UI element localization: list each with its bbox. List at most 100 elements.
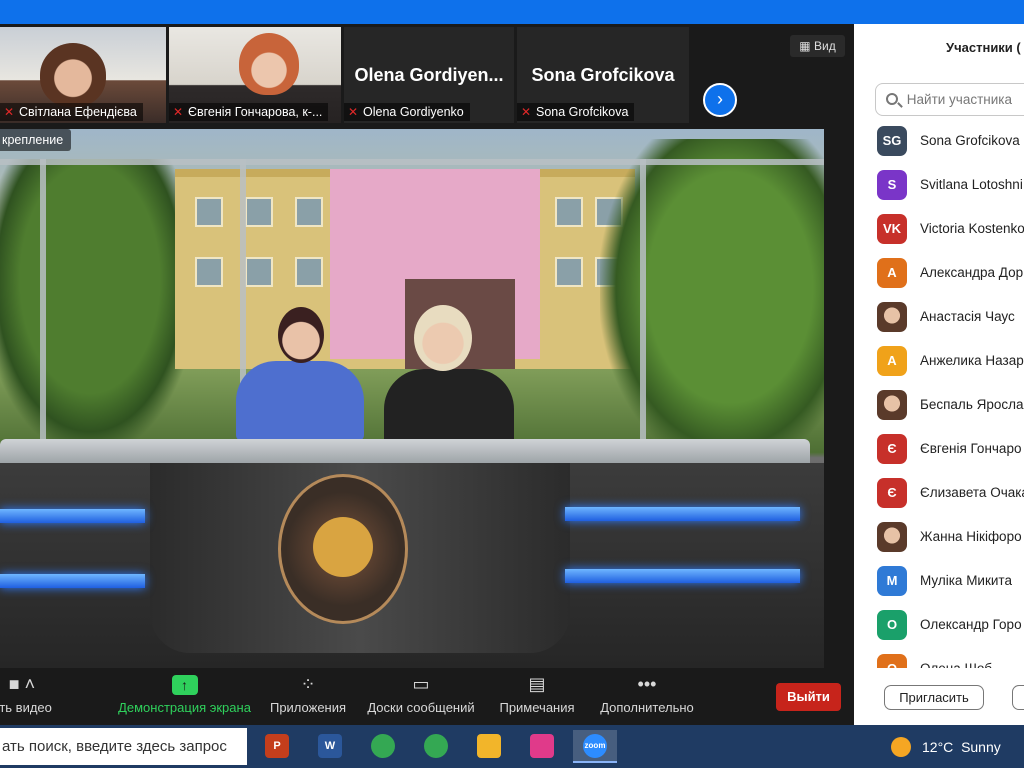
- weather-temp: 12°C: [922, 739, 954, 755]
- participant-thumbnail[interactable]: ✕ Світлана Ефендієва: [0, 27, 166, 123]
- start-video-label: ить видео: [0, 700, 52, 715]
- taskbar-search-input[interactable]: ать поиск, введите здесь запрос: [0, 728, 247, 765]
- participant-row[interactable]: O Олена Шоб...: [854, 654, 1024, 668]
- muted-mic-icon: ✕: [3, 105, 15, 119]
- participant-name: Єлизавета Очака: [920, 485, 1024, 500]
- apps-button[interactable]: ⁘ Приложения: [263, 672, 353, 715]
- participant-row[interactable]: Беспаль Ярослав: [854, 390, 1024, 434]
- share-screen-button[interactable]: ↑ Демонстрация экрана: [112, 672, 257, 715]
- taskbar-app-button[interactable]: W: [308, 730, 352, 763]
- whiteboard-icon: ▭: [412, 674, 430, 694]
- thumbnail-name-tag: ✕ Світлана Ефендієва: [0, 103, 143, 121]
- avatar: VK: [877, 214, 907, 244]
- next-page-button[interactable]: ›: [703, 83, 737, 117]
- thumbnail-name-tag: ✕ Sona Grofcikova: [517, 103, 635, 121]
- participant-row[interactable]: VK Victoria Kostenko: [854, 214, 1024, 258]
- presenter-right-head: [414, 305, 472, 371]
- background-tree: [600, 139, 824, 469]
- participant-name: Беспаль Ярослав: [920, 397, 1024, 412]
- apps-label: Приложения: [269, 700, 347, 715]
- avatar: Є: [877, 478, 907, 508]
- paint-icon: [530, 734, 554, 758]
- search-icon: [886, 93, 898, 105]
- participant-row[interactable]: A Александра Дор: [854, 258, 1024, 302]
- participant-thumbnail[interactable]: Sona Grofcikova ✕ Sona Grofcikova: [517, 27, 689, 123]
- avatar: [877, 390, 907, 420]
- participant-row[interactable]: S Svitlana Lotoshni: [854, 170, 1024, 214]
- participant-list: SG Sona Grofcikova S Svitlana Lotoshni VK Vic…: [854, 126, 1024, 668]
- participant-name: Sona Grofcikova: [920, 133, 1020, 148]
- share-screen-icon: ↑: [171, 675, 198, 695]
- participant-row[interactable]: O Олександр Горо: [854, 610, 1024, 654]
- chrome-icon: [371, 734, 395, 758]
- participant-name: Євгенія Гончарова, к-...: [188, 105, 323, 119]
- notes-button[interactable]: ▤ Примечания: [492, 672, 582, 715]
- start-video-button[interactable]: ■ ˄ ить видео: [0, 672, 62, 715]
- presenter-left-head: [278, 307, 324, 363]
- desk-light-strip: [565, 569, 800, 583]
- word-icon: W: [318, 734, 342, 758]
- muted-mic-icon: ✕: [520, 105, 532, 119]
- presenter-right: [384, 369, 514, 445]
- avatar: A: [877, 258, 907, 288]
- avatar: [877, 302, 907, 332]
- taskbar-app-button[interactable]: [361, 730, 405, 763]
- participant-big-name: Olena Gordiyen...: [354, 65, 504, 85]
- panel-more-button[interactable]: [1012, 685, 1024, 710]
- view-button[interactable]: ▦ Вид: [790, 35, 845, 57]
- taskbar-app-button[interactable]: [467, 730, 511, 763]
- powerpoint-icon: P: [265, 734, 289, 758]
- avatar: SG: [877, 126, 907, 156]
- studio-frame: [0, 159, 824, 165]
- zoom-icon: zoom: [583, 734, 607, 758]
- leave-button[interactable]: Выйти: [776, 683, 841, 711]
- participant-search-input[interactable]: Найти участника: [875, 83, 1024, 116]
- taskbar-app-button[interactable]: [520, 730, 564, 763]
- participant-name: Муліка Микита: [920, 573, 1012, 588]
- participant-name: Александра Дор: [920, 265, 1024, 280]
- participant-name: Жанна Нікіфоро: [920, 529, 1022, 544]
- desk-light-strip: [565, 507, 800, 521]
- thumbnail-name-tag: ✕ Olena Gordiyenko: [344, 103, 470, 121]
- participant-thumbnail[interactable]: Olena Gordiyen... ✕ Olena Gordiyenko: [344, 27, 514, 123]
- avatar: O: [877, 610, 907, 640]
- participant-row[interactable]: A Анжелика Назар: [854, 346, 1024, 390]
- windows-taskbar: ать поиск, введите здесь запрос P Wzoom 1…: [0, 725, 1024, 768]
- participant-name: Олена Шоб...: [920, 661, 1003, 668]
- university-seal: [278, 474, 408, 624]
- participant-video: [239, 33, 299, 95]
- avatar: M: [877, 566, 907, 596]
- participant-row[interactable]: Є Євгенія Гончаро: [854, 434, 1024, 478]
- participant-row[interactable]: Анастасія Чаус: [854, 302, 1024, 346]
- meeting-toolbar: ■ ˄ ить видео ↑ Демонстрация экрана ⁘ Пр…: [0, 668, 854, 725]
- more-button[interactable]: ••• Дополнительно: [593, 672, 701, 715]
- participant-name: Victoria Kostenko: [920, 221, 1024, 236]
- studio-frame: [40, 159, 46, 439]
- thumbnail-strip: ✕ Світлана Ефендієва ✕ Євгенія Гончарова…: [0, 24, 854, 126]
- participant-row[interactable]: Є Єлизавета Очака: [854, 478, 1024, 522]
- avatar: O: [877, 654, 907, 668]
- background-tree: [0, 159, 200, 459]
- notes-label: Примечания: [499, 700, 575, 715]
- participant-name: Olena Gordiyenko: [363, 105, 464, 119]
- avatar: Є: [877, 434, 907, 464]
- participant-big-name: Sona Grofcikova: [531, 65, 675, 85]
- taskbar-app-button[interactable]: P: [255, 730, 299, 763]
- invite-button[interactable]: Пригласить: [884, 685, 984, 710]
- participant-row[interactable]: M Муліка Микита: [854, 566, 1024, 610]
- avatar: S: [877, 170, 907, 200]
- participant-row[interactable]: Жанна Нікіфоро: [854, 522, 1024, 566]
- taskbar-app-button[interactable]: [414, 730, 458, 763]
- participant-thumbnail[interactable]: ✕ Євгенія Гончарова, к-...: [169, 27, 341, 123]
- thumbnail-name-tag: ✕ Євгенія Гончарова, к-...: [169, 103, 329, 121]
- participant-name: Олександр Горо: [920, 617, 1022, 632]
- participant-row[interactable]: SG Sona Grofcikova: [854, 126, 1024, 170]
- meeting-area: ✕ Світлана Ефендієва ✕ Євгенія Гончарова…: [0, 24, 854, 668]
- file-explorer-icon: [477, 734, 501, 758]
- news-desk-top: [0, 439, 810, 463]
- participant-video: [40, 43, 106, 107]
- weather-widget[interactable]: 12°C Sunny: [922, 739, 1001, 755]
- whiteboards-button[interactable]: ▭ Доски сообщений: [362, 672, 480, 715]
- video-camera-icon: ■ ˄: [8, 674, 36, 694]
- taskbar-app-button[interactable]: zoom: [573, 730, 617, 763]
